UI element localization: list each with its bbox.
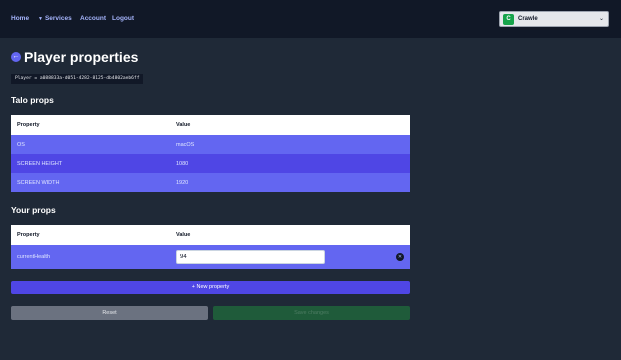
your-props-heading: Your props (11, 205, 56, 215)
table-row: currentHealth ✕ (11, 245, 410, 269)
game-switcher[interactable]: C Crawle ⌄ (499, 11, 609, 27)
value-cell: 1080 (176, 161, 189, 167)
nav-logout-link[interactable]: Logout (112, 15, 134, 22)
talo-props-table: Property Value OS macOS SCREEN HEIGHT 10… (11, 115, 410, 192)
property-value-input[interactable] (176, 250, 325, 264)
column-header-property: Property (17, 232, 40, 238)
nav-account-link[interactable]: Account (80, 15, 106, 22)
your-props-table: Property Value currentHealth ✕ (11, 225, 410, 269)
talo-props-heading: Talo props (11, 95, 54, 105)
nav-services-label: Services (44, 15, 72, 22)
column-header-value: Value (176, 122, 191, 128)
nav-services-menu[interactable]: ▼ Services (38, 15, 72, 22)
new-property-button[interactable]: + New property (11, 281, 410, 294)
column-header-property: Property (17, 122, 40, 128)
property-cell: OS (17, 142, 25, 148)
nav-home-link[interactable]: Home (11, 15, 29, 22)
arrow-left-icon: ← (12, 53, 20, 60)
back-button[interactable]: ← (11, 52, 21, 62)
value-cell: 1920 (176, 180, 189, 186)
property-cell: currentHealth (17, 254, 51, 260)
save-changes-button[interactable]: Save changes (213, 306, 410, 320)
chevron-down-icon: ▼ (38, 16, 43, 22)
property-cell: SCREEN WIDTH (17, 180, 60, 186)
table-row: OS macOS (11, 135, 410, 154)
table-header: Property Value (11, 115, 410, 135)
trash-icon: ✕ (397, 254, 403, 260)
column-header-value: Value (176, 232, 191, 238)
delete-property-button[interactable]: ✕ (396, 253, 404, 261)
table-header: Property Value (11, 225, 410, 245)
player-id-badge: Player = a088833a-d051-4282-8125-db4802a… (11, 74, 144, 84)
page-title: Player properties (24, 49, 139, 65)
property-cell: SCREEN HEIGHT (17, 161, 63, 167)
table-row: SCREEN WIDTH 1920 (11, 173, 410, 192)
chevron-down-icon: ⌄ (598, 16, 604, 22)
reset-button[interactable]: Reset (11, 306, 208, 320)
game-avatar: C (503, 14, 514, 25)
value-cell: macOS (176, 142, 195, 148)
game-name: Crawle (518, 16, 538, 22)
top-navbar: Home ▼ Services Account Logout C Crawle ⌄ (0, 0, 621, 38)
table-row: SCREEN HEIGHT 1080 (11, 154, 410, 173)
